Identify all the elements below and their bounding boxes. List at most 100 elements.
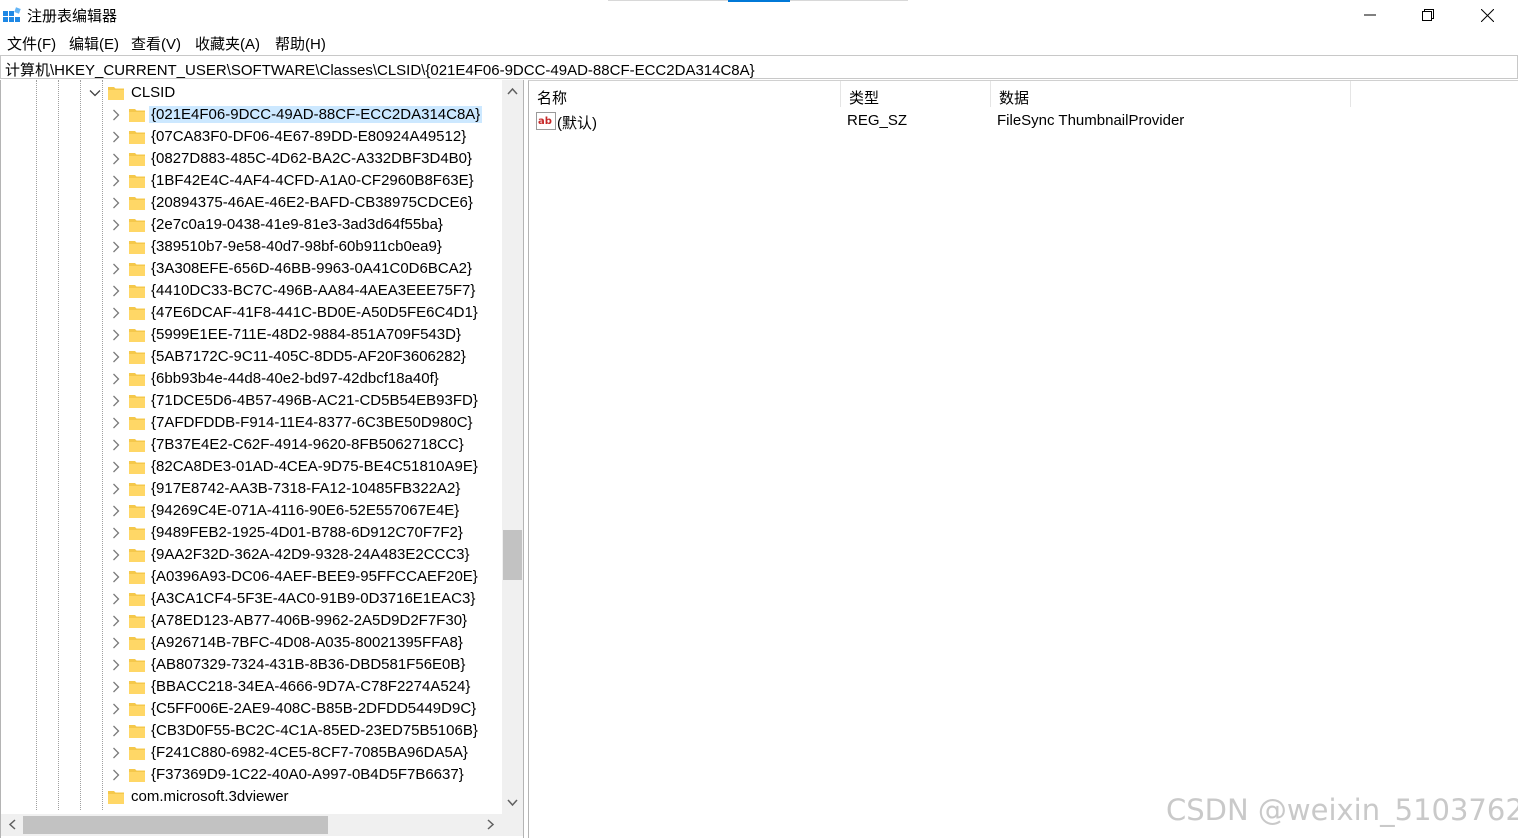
tree-node-clsid-key[interactable]: {47E6DCAF-41F8-441C-BD0E-A50D5FE6C4D1} xyxy=(1,302,506,324)
chevron-right-icon[interactable] xyxy=(109,306,123,320)
chevron-right-icon[interactable] xyxy=(109,130,123,144)
tree-node-clsid[interactable]: CLSID xyxy=(1,82,506,104)
tree-node-clsid-key[interactable]: {389510b7-9e58-40d7-98bf-60b911cb0ea9} xyxy=(1,236,506,258)
value-data: FileSync ThumbnailProvider xyxy=(997,112,1185,129)
menu-favorites[interactable]: 收藏夹(A) xyxy=(195,33,260,54)
tree-node-clsid-key[interactable]: {7AFDFDDB-F914-11E4-8377-6C3BE50D980C} xyxy=(1,412,506,434)
maximize-button[interactable] xyxy=(1399,0,1457,30)
column-header-data[interactable]: 数据 xyxy=(991,81,1351,107)
menu-file[interactable]: 文件(F) xyxy=(7,33,56,54)
tree-node-clsid-key[interactable]: {A926714B-7BFC-4D08-A035-80021395FFA8} xyxy=(1,632,506,654)
chevron-right-icon[interactable] xyxy=(109,284,123,298)
chevron-right-icon[interactable] xyxy=(109,504,123,518)
tree-node-clsid-key[interactable]: {20894375-46AE-46E2-BAFD-CB38975CDCE6} xyxy=(1,192,506,214)
tree-vertical-scrollbar[interactable] xyxy=(502,80,523,814)
chevron-down-icon[interactable] xyxy=(88,86,102,100)
tree-node-label: com.microsoft.3dviewer xyxy=(131,788,289,805)
folder-icon xyxy=(108,87,124,100)
tree-node-clsid-key[interactable]: {C5FF006E-2AE9-408C-B85B-2DFDD5449D9C} xyxy=(1,698,506,720)
scroll-right-arrow-icon[interactable] xyxy=(484,818,497,831)
chevron-right-icon[interactable] xyxy=(109,746,123,760)
tree-node-clsid-key[interactable]: {71DCE5D6-4B57-496B-AC21-CD5B54EB93FD} xyxy=(1,390,506,412)
tree-node-clsid-key[interactable]: {5AB7172C-9C11-405C-8DD5-AF20F3606282} xyxy=(1,346,506,368)
chevron-right-icon[interactable] xyxy=(109,438,123,452)
chevron-right-icon[interactable] xyxy=(109,482,123,496)
scrollbar-corner xyxy=(502,814,523,836)
chevron-right-icon[interactable] xyxy=(109,416,123,430)
address-bar[interactable]: 计算机\HKEY_CURRENT_USER\SOFTWARE\Classes\C… xyxy=(0,55,1518,79)
tree-node-3dviewer[interactable]: com.microsoft.3dviewer xyxy=(1,786,506,808)
column-header-name-label: 名称 xyxy=(537,90,568,107)
tree-node-clsid-key[interactable]: {4410DC33-BC7C-496B-AA84-4AEA3EEE75F7} xyxy=(1,280,506,302)
tree-node-clsid-key[interactable]: {2e7c0a19-0438-41e9-81e3-3ad3d64f55ba} xyxy=(1,214,506,236)
menu-help[interactable]: 帮助(H) xyxy=(275,33,326,54)
chevron-right-icon[interactable] xyxy=(109,328,123,342)
chevron-right-icon[interactable] xyxy=(109,350,123,364)
chevron-right-icon[interactable] xyxy=(109,394,123,408)
chevron-right-icon[interactable] xyxy=(109,196,123,210)
tree-node-clsid-key[interactable]: {0827D883-485C-4D62-BA2C-A332DBF3D4B0} xyxy=(1,148,506,170)
tree-horizontal-scrollbar[interactable] xyxy=(1,814,502,836)
tree-node-clsid-key[interactable]: {3A308EFE-656D-46BB-9963-0A41C0D6BCA2} xyxy=(1,258,506,280)
chevron-right-icon[interactable] xyxy=(109,108,123,122)
tree-node-clsid-key[interactable]: {F37369D9-1C22-40A0-A997-0B4D5F7B6637} xyxy=(1,764,506,786)
chevron-right-icon[interactable] xyxy=(109,218,123,232)
chevron-right-icon[interactable] xyxy=(109,768,123,782)
chevron-right-icon[interactable] xyxy=(109,592,123,606)
tree-node-label: {AB807329-7324-431B-8B36-DBD581F56E0B} xyxy=(151,656,466,673)
vertical-scroll-thumb[interactable] xyxy=(503,530,522,580)
registry-values-pane[interactable]: 名称 类型 数据 ab (默认) REG_SZ FileSync Thumbna… xyxy=(528,80,1518,838)
chevron-right-icon[interactable] xyxy=(109,548,123,562)
chevron-right-icon[interactable] xyxy=(109,658,123,672)
horizontal-scroll-thumb[interactable] xyxy=(23,816,328,834)
tree-node-clsid-key[interactable]: {917E8742-AA3B-7318-FA12-10485FB322A2} xyxy=(1,478,506,500)
tree-node-clsid-key[interactable]: {A3CA1CF4-5F3E-4AC0-91B9-0D3716E1EAC3} xyxy=(1,588,506,610)
tree-node-clsid-key[interactable]: {82CA8DE3-01AD-4CEA-9D75-BE4C51810A9E} xyxy=(1,456,506,478)
scroll-down-arrow-icon[interactable] xyxy=(506,796,519,809)
chevron-right-icon[interactable] xyxy=(109,570,123,584)
tree-node-clsid-key[interactable]: {6bb93b4e-44d8-40e2-bd97-42dbcf18a40f} xyxy=(1,368,506,390)
tree-node-clsid-key[interactable]: {07CA83F0-DF06-4E67-89DD-E80924A49512} xyxy=(1,126,506,148)
tree-node-clsid-key[interactable]: {9489FEB2-1925-4D01-B788-6D912C70F7F2} xyxy=(1,522,506,544)
address-path[interactable]: 计算机\HKEY_CURRENT_USER\SOFTWARE\Classes\C… xyxy=(5,59,755,80)
tree-node-clsid-key[interactable]: {021E4F06-9DCC-49AD-88CF-ECC2DA314C8A} xyxy=(1,104,506,126)
column-header-type[interactable]: 类型 xyxy=(841,81,991,107)
chevron-right-icon[interactable] xyxy=(109,614,123,628)
registry-tree-pane[interactable]: CLSID {021E4F06-9DCC-49AD-88CF-ECC2DA314C… xyxy=(0,80,524,838)
close-button[interactable] xyxy=(1457,0,1518,30)
chevron-right-icon[interactable] xyxy=(109,724,123,738)
chevron-right-icon[interactable] xyxy=(109,526,123,540)
chevron-right-icon[interactable] xyxy=(109,636,123,650)
chevron-right-icon[interactable] xyxy=(109,262,123,276)
chevron-right-icon[interactable] xyxy=(109,460,123,474)
tree-node-clsid-key[interactable]: {CB3D0F55-BC2C-4C1A-85ED-23ED75B5106B} xyxy=(1,720,506,742)
tree-node-clsid-key[interactable]: {9AA2F32D-362A-42D9-9328-24A483E2CCC3} xyxy=(1,544,506,566)
tree-node-label: {82CA8DE3-01AD-4CEA-9D75-BE4C51810A9E} xyxy=(151,458,478,475)
menu-edit[interactable]: 编辑(E) xyxy=(69,33,119,54)
chevron-right-icon[interactable] xyxy=(109,152,123,166)
tree-node-clsid-key[interactable]: {F241C880-6982-4CE5-8CF7-7085BA96DA5A} xyxy=(1,742,506,764)
chevron-right-icon[interactable] xyxy=(109,680,123,694)
chevron-right-icon[interactable] xyxy=(109,372,123,386)
folder-icon xyxy=(129,285,145,298)
chevron-right-icon[interactable] xyxy=(109,174,123,188)
chevron-right-icon[interactable] xyxy=(109,702,123,716)
tree-node-clsid-key[interactable]: {1BF42E4C-4AF4-4CFD-A1A0-CF2960B8F63E} xyxy=(1,170,506,192)
scroll-left-arrow-icon[interactable] xyxy=(6,818,19,831)
registry-value-row[interactable]: ab (默认) REG_SZ FileSync ThumbnailProvide… xyxy=(529,109,1518,133)
tree-node-clsid-key[interactable]: {A78ED123-AB77-406B-9962-2A5D9D2F7F30} xyxy=(1,610,506,632)
tree-node-clsid-key[interactable]: {BBACC218-34EA-4666-9D7A-C78F2274A524} xyxy=(1,676,506,698)
menu-view[interactable]: 查看(V) xyxy=(131,33,181,54)
tree-node-clsid-key[interactable]: {AB807329-7324-431B-8B36-DBD581F56E0B} xyxy=(1,654,506,676)
tree-node-clsid-key[interactable]: {7B37E4E2-C62F-4914-9620-8FB5062718CC} xyxy=(1,434,506,456)
column-header-name[interactable]: 名称 xyxy=(529,81,841,107)
tree-node-clsid-key[interactable]: {A0396A93-DC06-4AEF-BEE9-95FFCCAEF20E} xyxy=(1,566,506,588)
minimize-button[interactable] xyxy=(1341,0,1399,30)
tree-node-label: {07CA83F0-DF06-4E67-89DD-E80924A49512} xyxy=(151,128,467,145)
tree-node-clsid-key[interactable]: {5999E1EE-711E-48D2-9884-851A709F543D} xyxy=(1,324,506,346)
chevron-right-icon[interactable] xyxy=(109,240,123,254)
scroll-up-arrow-icon[interactable] xyxy=(506,85,519,98)
tree-node-label: {0827D883-485C-4D62-BA2C-A332DBF3D4B0} xyxy=(151,150,473,167)
folder-icon xyxy=(129,131,145,144)
tree-node-clsid-key[interactable]: {94269C4E-071A-4116-90E6-52E557067E4E} xyxy=(1,500,506,522)
